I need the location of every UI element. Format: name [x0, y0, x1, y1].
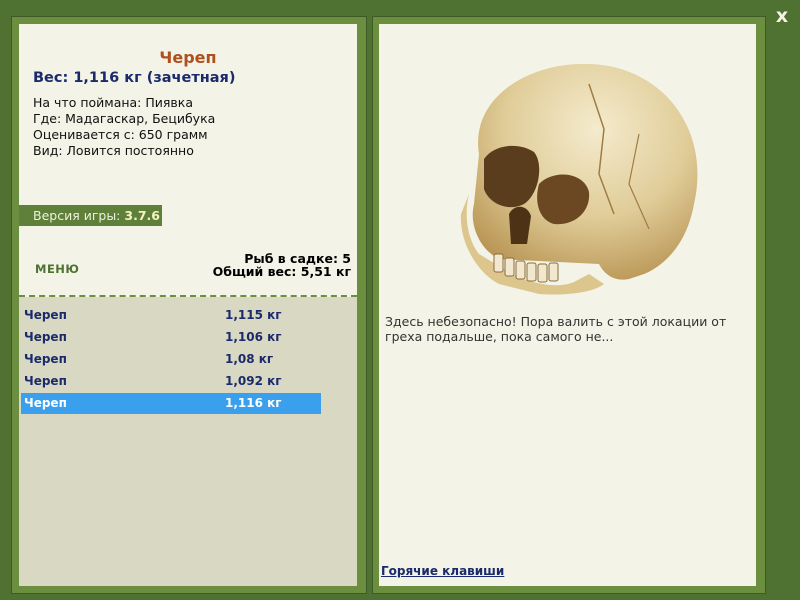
hotkeys-link[interactable]: Горячие клавиши [381, 564, 504, 578]
location-info: Где: Мадагаскар, Бецибука [33, 111, 216, 126]
fish-view-panel: Здесь небезопасно! Пора валить с этой ло… [379, 24, 756, 586]
list-item[interactable]: Череп 1,106 кг [21, 327, 321, 348]
item-name: Череп [24, 352, 67, 366]
list-item[interactable]: Череп 1,08 кг [21, 349, 321, 370]
list-item[interactable]: Череп 1,115 кг [21, 305, 321, 326]
fish-info-panel: Череп Вес: 1,116 кг (зачетная) На что по… [19, 24, 357, 586]
version-label: Версия игры: [33, 208, 121, 223]
item-weight: 1,08 кг [225, 352, 274, 366]
fish-weight: Вес: 1,116 кг (зачетная) [33, 70, 236, 86]
item-name: Череп [24, 330, 67, 344]
item-name: Череп [24, 374, 67, 388]
location-description: Здесь небезопасно! Пора валить с этой ло… [385, 314, 727, 344]
version-number: 3.7.6 [124, 208, 160, 223]
item-name: Череп [24, 396, 67, 410]
game-version-badge: Версия игры: 3.7.6 [19, 205, 162, 226]
menu-button[interactable]: МЕНЮ [35, 262, 79, 276]
item-weight: 1,115 кг [225, 308, 282, 322]
list-item[interactable]: Череп 1,092 кг [21, 371, 321, 392]
catch-list: Череп 1,115 кг Череп 1,106 кг Череп 1,08… [19, 297, 357, 586]
kind-info: Вид: Ловится постоянно [33, 143, 194, 158]
fish-title: Череп [159, 48, 217, 67]
item-weight: 1,092 кг [225, 374, 282, 388]
item-name: Череп [24, 308, 67, 322]
list-item-selected[interactable]: Череп 1,116 кг [21, 393, 321, 414]
item-weight: 1,106 кг [225, 330, 282, 344]
value-info: Оценивается с: 650 грамм [33, 127, 208, 142]
close-icon[interactable]: x [770, 4, 794, 28]
total-weight: Общий вес: 5,51 кг [212, 264, 351, 279]
skull-image [439, 44, 699, 304]
catch-stats: Рыб в садке: 5 Общий вес: 5,51 кг [213, 252, 351, 278]
item-weight: 1,116 кг [225, 396, 282, 410]
bait-info: На что поймана: Пиявка [33, 95, 193, 110]
